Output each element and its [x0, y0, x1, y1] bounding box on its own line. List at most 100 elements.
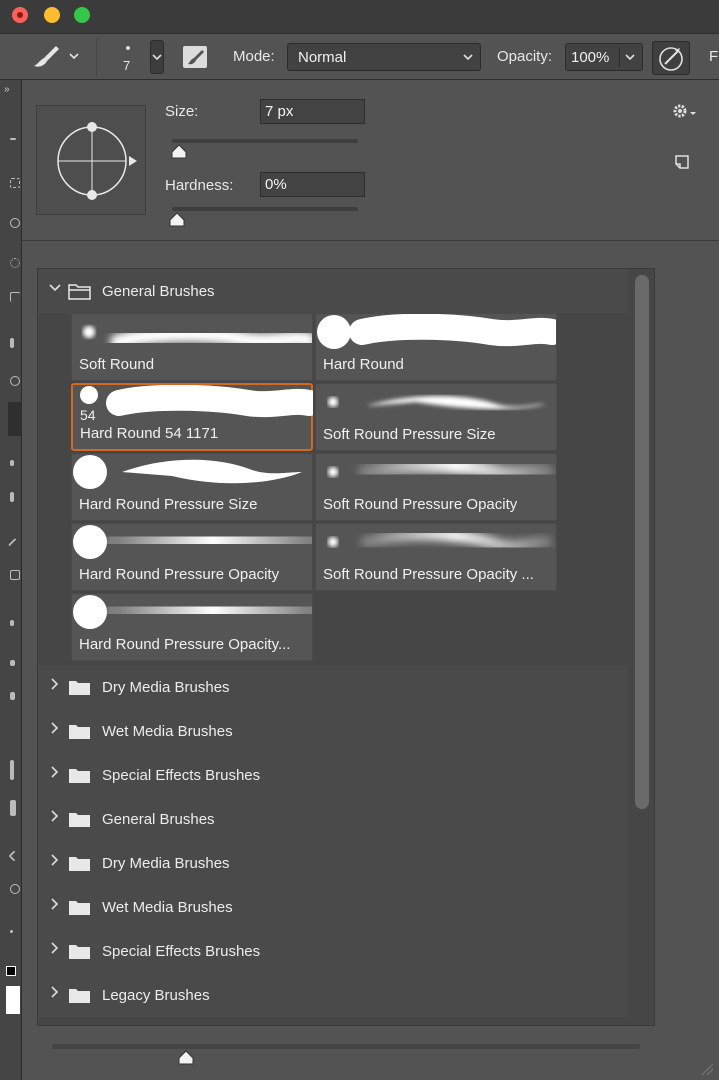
brush-settings-panel-toggle[interactable] — [180, 41, 210, 75]
tool-quick-select-icon[interactable] — [10, 258, 20, 268]
minimize-window-button[interactable] — [44, 7, 60, 23]
chevron-right-icon[interactable] — [48, 809, 62, 827]
folder-icon — [68, 283, 91, 300]
tool-move-icon[interactable] — [10, 138, 16, 140]
close-window-button[interactable] — [12, 7, 28, 23]
hardness-slider-thumb[interactable] — [168, 211, 186, 227]
tool-eraser-icon[interactable] — [7, 537, 23, 553]
brush-preset-tile[interactable]: Hard Round — [315, 313, 557, 381]
mode-select-value: Normal — [298, 49, 347, 66]
brush-preset-name: Hard Round Pressure Opacity — [79, 566, 280, 583]
brush-group-label: Special Effects Brushes — [102, 767, 261, 784]
tool-stamp-icon[interactable] — [10, 460, 14, 466]
brush-preset-name: Soft Round Pressure Opacity ... — [323, 566, 534, 583]
tool-more-icon[interactable] — [10, 930, 13, 933]
tool-lasso-icon[interactable] — [10, 218, 20, 228]
preview-size-slider-track[interactable] — [52, 1044, 640, 1049]
gear-icon[interactable] — [670, 100, 698, 122]
chevron-right-icon[interactable] — [48, 941, 62, 959]
brush-group-label: Wet Media Brushes — [102, 899, 233, 916]
brush-preset-tile[interactable]: Soft Round Pressure Opacity ... — [315, 523, 557, 591]
brush-group-label: Wet Media Brushes — [102, 723, 233, 740]
tool-gradient-icon[interactable] — [10, 570, 20, 580]
background-color-swatch[interactable] — [6, 986, 20, 1014]
brush-stroke-preview — [73, 455, 302, 489]
resize-grip-icon[interactable] — [698, 1060, 714, 1076]
brush-group-row[interactable]: Special Effects Brushes — [38, 753, 628, 797]
size-slider-thumb[interactable] — [170, 143, 188, 159]
brush-tool-icon[interactable] — [28, 42, 80, 72]
tool-healing-icon[interactable] — [10, 376, 20, 386]
tool-crop-icon[interactable] — [10, 292, 20, 302]
chevron-right-icon[interactable] — [48, 897, 62, 915]
opacity-value: 100% — [571, 49, 610, 66]
brush-group-row[interactable]: Wet Media Brushes — [38, 885, 628, 929]
brush-stroke-preview — [328, 396, 546, 410]
preview-size-slider-thumb[interactable] — [177, 1049, 195, 1065]
tool-eyedropper-icon[interactable] — [10, 338, 14, 348]
folder-icon — [68, 899, 91, 916]
tool-path-select-icon[interactable] — [10, 800, 16, 816]
chevron-right-icon[interactable] — [48, 985, 62, 1003]
tool-dodge-icon[interactable] — [10, 660, 15, 666]
expand-panels-icon[interactable]: » — [4, 84, 10, 95]
brush-preset-tile[interactable]: 54 Hard Round 54 1171 — [71, 383, 313, 451]
brush-stroke-preview — [80, 385, 313, 418]
folder-icon — [68, 723, 91, 740]
brush-group-label: General Brushes — [102, 283, 215, 300]
brush-preset-tile[interactable]: Hard Round Pressure Size — [71, 453, 313, 521]
tool-history-icon[interactable] — [10, 492, 14, 502]
brush-preset-name: Soft Round — [79, 356, 155, 373]
brush-preset-tile[interactable]: Hard Round Pressure Opacity — [71, 523, 313, 591]
mode-select[interactable]: Normal — [287, 43, 481, 71]
list-scrollbar-thumb[interactable] — [635, 275, 649, 809]
brush-group-label: Special Effects Brushes — [102, 943, 261, 960]
brush-preset-tile[interactable]: Soft Round Pressure Size — [315, 383, 557, 451]
brush-angle-preview[interactable] — [36, 105, 146, 215]
opacity-input[interactable]: 100% — [565, 43, 643, 71]
tool-brush-icon[interactable] — [8, 402, 22, 436]
new-preset-icon[interactable] — [674, 154, 690, 170]
brush-picker-dropdown-button[interactable] — [150, 40, 164, 74]
brush-preset-name: Hard Round 54 1171 — [80, 425, 219, 442]
folder-icon — [68, 855, 91, 872]
brush-group-row[interactable]: Wet Media Brushes — [38, 709, 628, 753]
brush-preset-picker[interactable]: 7 — [112, 38, 166, 76]
brush-angle-roundness-icon — [57, 122, 137, 200]
tool-marquee-icon[interactable] — [10, 178, 20, 188]
folder-icon — [68, 767, 91, 784]
brush-group-row[interactable]: General Brushes — [38, 269, 628, 313]
zoom-window-button[interactable] — [74, 7, 90, 23]
hardness-input[interactable]: 0% — [260, 172, 365, 197]
brush-group-row[interactable]: Dry Media Brushes — [38, 841, 628, 885]
chevron-right-icon[interactable] — [48, 721, 62, 739]
brush-preset-name: Hard Round Pressure Opacity... — [79, 636, 291, 653]
brush-group-row[interactable]: Legacy Brushes — [38, 973, 628, 1017]
chevron-down-icon[interactable] — [48, 281, 62, 299]
brush-group-row[interactable]: Special Effects Brushes — [38, 929, 628, 973]
tool-shape-icon[interactable] — [8, 850, 20, 862]
tools-panel: » — [0, 80, 23, 1080]
tool-zoom-icon[interactable] — [10, 884, 20, 894]
size-input[interactable]: 7 px — [260, 99, 365, 124]
size-slider-track[interactable] — [172, 139, 358, 143]
brush-preset-tile[interactable]: Hard Round Pressure Opacity... — [71, 593, 313, 661]
tool-type-icon[interactable] — [10, 760, 14, 780]
hardness-slider-track[interactable] — [172, 207, 358, 211]
chevron-right-icon[interactable] — [48, 853, 62, 871]
chevron-right-icon[interactable] — [48, 765, 62, 783]
chevron-down-icon[interactable] — [624, 49, 636, 65]
tool-pen-icon[interactable] — [10, 692, 15, 700]
brush-group-row[interactable]: General Brushes — [38, 797, 628, 841]
brush-stroke-preview — [317, 314, 556, 349]
foreground-color-swatch[interactable] — [6, 966, 16, 976]
brush-preset-tile[interactable]: Soft Round — [71, 313, 313, 381]
brush-group-row[interactable]: Dry Media Brushes — [38, 665, 628, 709]
brush-stroke-preview — [83, 326, 312, 350]
brush-size-number: 54 — [80, 407, 96, 423]
chevron-right-icon[interactable] — [48, 677, 62, 695]
brush-stroke-preview — [328, 457, 554, 482]
tool-blur-icon[interactable] — [10, 620, 14, 626]
brush-preset-tile[interactable]: Soft Round Pressure Opacity — [315, 453, 557, 521]
pressure-opacity-button[interactable] — [652, 41, 690, 75]
